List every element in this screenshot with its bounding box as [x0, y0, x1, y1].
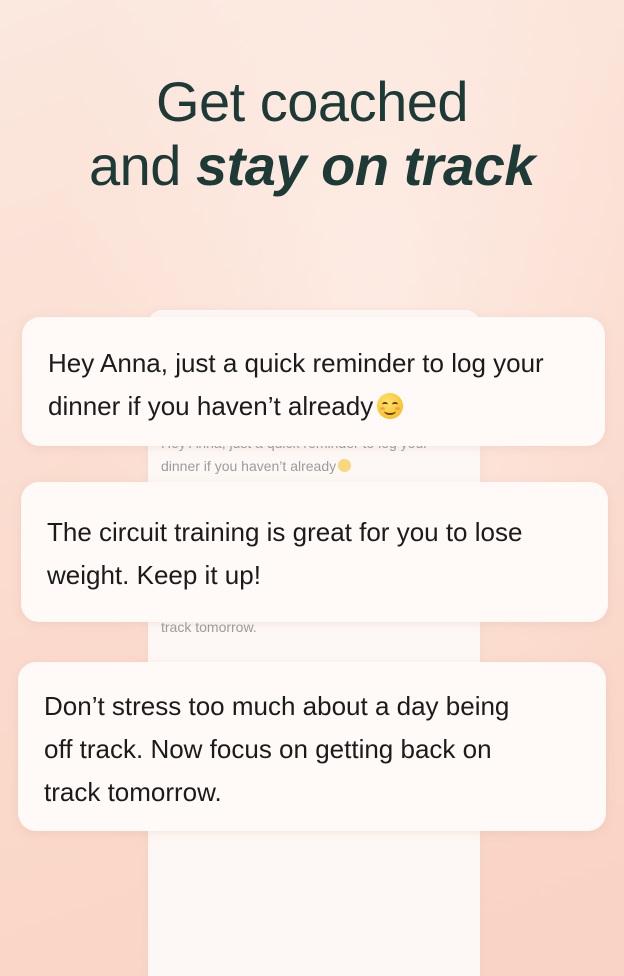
ghost-message-text: dinner if you haven’t already: [161, 458, 337, 474]
headline-line-1: Get coached: [155, 70, 469, 133]
message-card-encouragement: The circuit training is great for you to…: [21, 482, 608, 622]
smiling-face-icon: [338, 459, 352, 472]
message-line: Hey Anna, just a quick reminder to log y…: [48, 348, 544, 378]
message-line: weight. Keep it up!: [47, 560, 261, 590]
message-line: dinner if you haven’t already: [48, 385, 579, 428]
message-text: dinner if you haven’t already: [48, 391, 374, 421]
message-line: track tomorrow.: [44, 777, 222, 807]
headline: Get coached and stay on track: [0, 70, 624, 198]
message-card-reminder: Hey Anna, just a quick reminder to log y…: [22, 317, 605, 446]
headline-emphasis: stay on track: [196, 134, 536, 197]
ghost-message-line: dinner if you haven’t already: [161, 455, 461, 477]
message-line: Don’t stress too much about a day being: [44, 691, 510, 721]
headline-line-2: and stay on track: [0, 134, 624, 198]
message-line: off track. Now focus on getting back on: [44, 734, 492, 764]
message-card-motivation: Don’t stress too much about a day being …: [18, 662, 606, 831]
message-line: The circuit training is great for you to…: [47, 517, 523, 547]
headline-prefix: and: [89, 134, 196, 197]
smiling-face-icon: [377, 393, 404, 419]
